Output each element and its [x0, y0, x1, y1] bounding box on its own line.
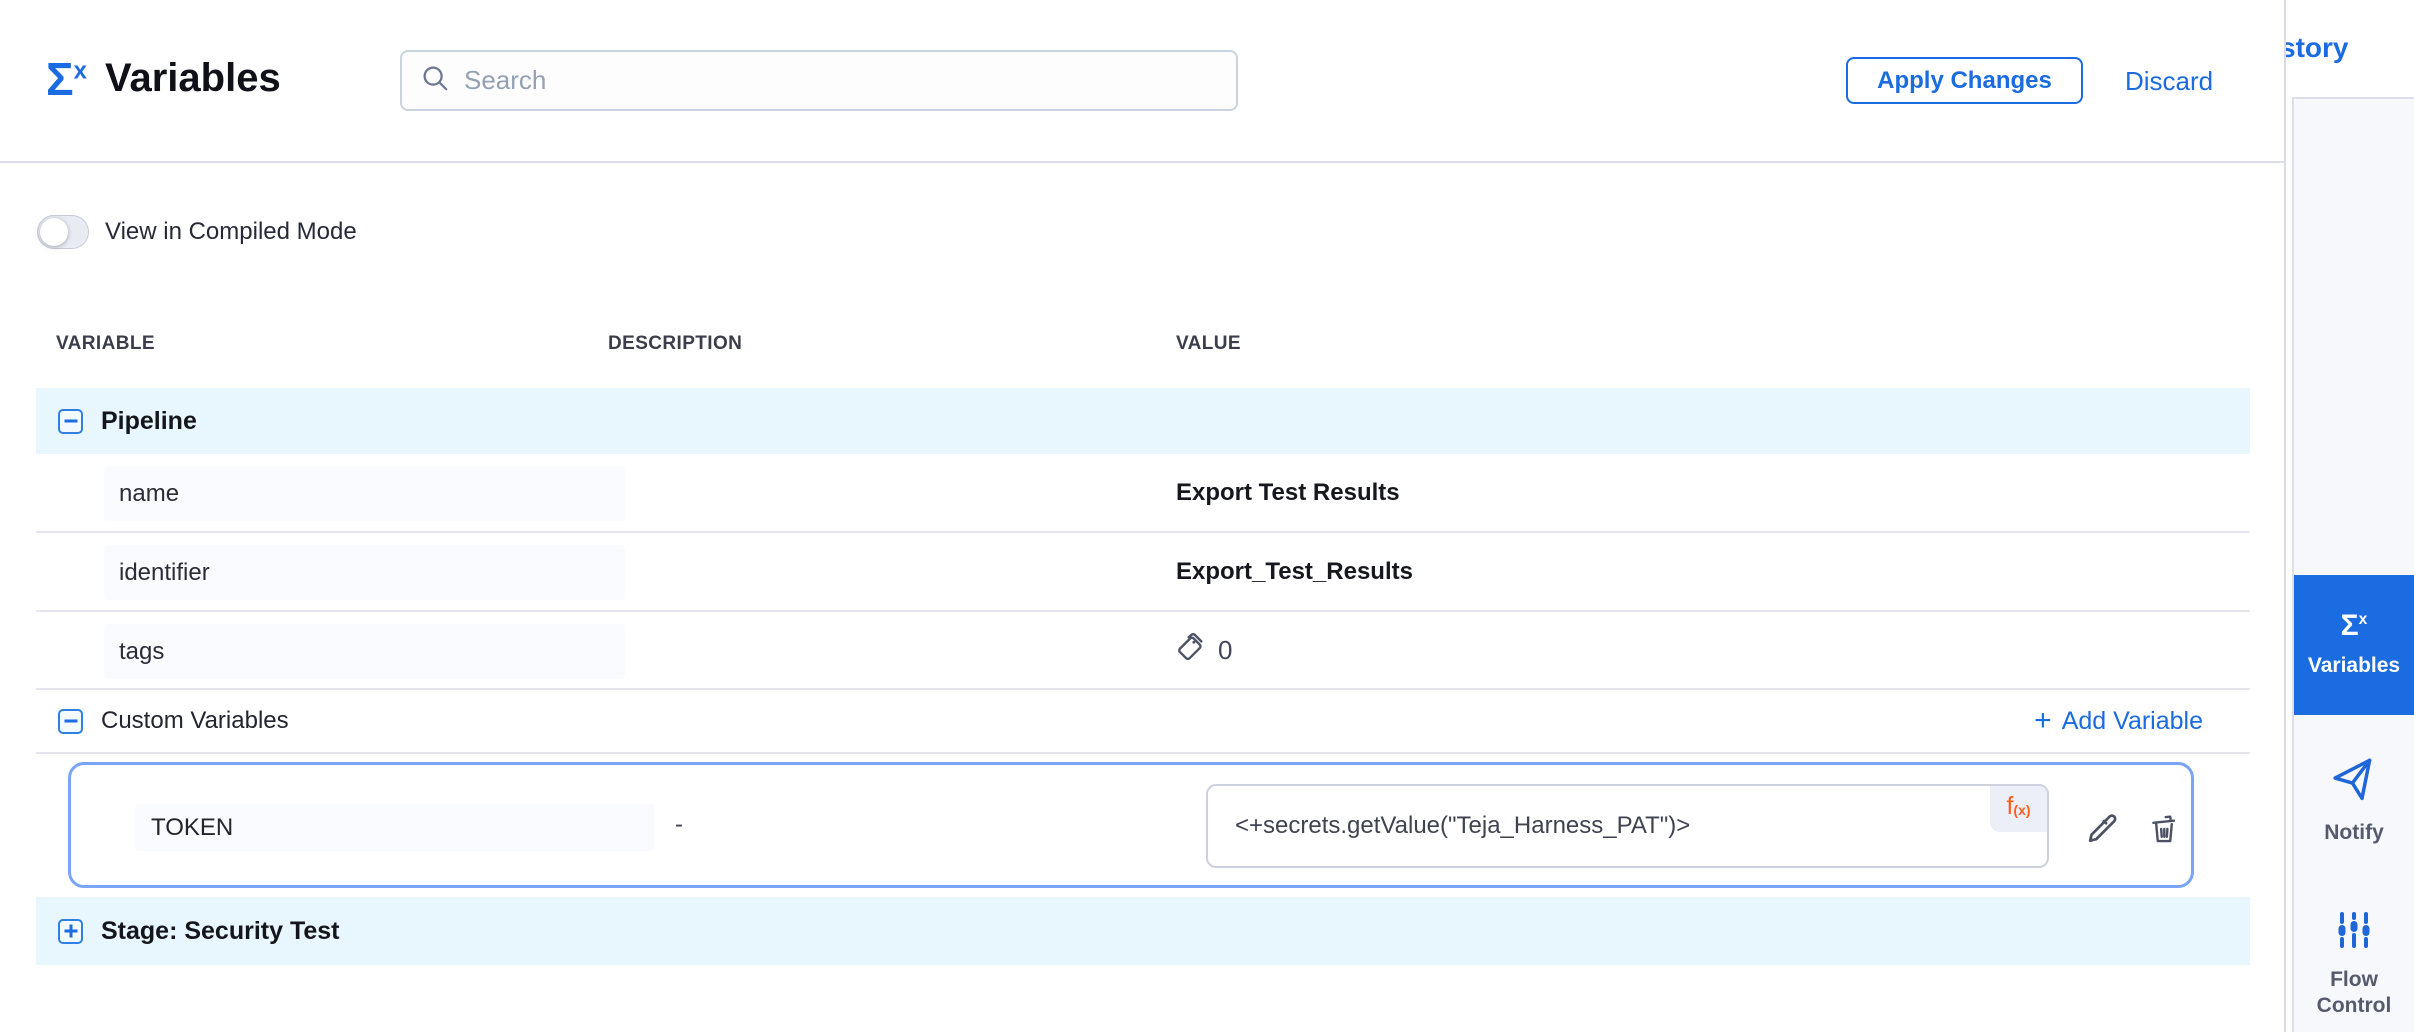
apply-changes-button[interactable]: Apply Changes: [1846, 57, 2083, 104]
rail-item-label: Notify: [2324, 820, 2384, 846]
variable-value-cell: 0: [1176, 612, 1232, 688]
expression-fx-badge[interactable]: f(x): [1990, 786, 2047, 832]
rail-item-notify[interactable]: Notify: [2294, 747, 2414, 857]
column-header-variable: VARIABLE: [56, 333, 155, 355]
sigma-fx-icon: Σx: [2341, 611, 2368, 641]
rail-item-label: Flow Control: [2309, 967, 2399, 1019]
compiled-mode-row: View in Compiled Mode: [37, 215, 357, 249]
variable-name-cell: name: [104, 466, 625, 521]
plus-icon: +: [2034, 706, 2052, 736]
table-row: name Export Test Results: [36, 454, 2250, 533]
stage-section-header: Stage: Security Test: [36, 897, 2250, 965]
rail-item-flow-control[interactable]: Flow Control: [2294, 894, 2414, 1032]
sliders-icon: [2334, 910, 2374, 955]
rail-item-label: Variables: [2308, 653, 2400, 679]
variable-value-cell: Export Test Results: [1176, 454, 1400, 531]
table-row: tags 0: [36, 612, 2250, 690]
search-icon: [420, 63, 450, 98]
variable-name-cell: TOKEN: [135, 804, 654, 851]
variable-value-cell: Export_Test_Results: [1176, 533, 1413, 610]
rail-item-variables[interactable]: Σx Variables: [2294, 575, 2414, 715]
custom-variables-header: Custom Variables + Add Variable: [36, 690, 2250, 754]
execution-history-tab-clipped[interactable]: story: [2280, 32, 2414, 64]
pipeline-section-title: Pipeline: [101, 407, 197, 436]
expand-plus-icon[interactable]: [58, 919, 83, 944]
search-input[interactable]: [464, 65, 1218, 96]
pipeline-section-header: Pipeline: [36, 388, 2250, 454]
custom-variables-title: Custom Variables: [101, 707, 289, 735]
collapse-minus-icon[interactable]: [58, 409, 83, 434]
search-box: [400, 50, 1238, 111]
page-title: Variables: [105, 56, 281, 101]
pipeline-studio: story Σx Variables Notify Flow Contr: [0, 0, 2414, 1032]
expression-value: <+secrets.getValue("Teja_Harness_PAT")>: [1235, 786, 1690, 866]
variable-description-cell: -: [675, 765, 683, 885]
add-variable-button[interactable]: + Add Variable: [2034, 690, 2203, 752]
variable-name-cell: tags: [104, 624, 625, 679]
tags-count: 0: [1218, 635, 1232, 666]
studio-right-rail: Σx Variables Notify Flow Control: [2292, 97, 2414, 1032]
table-row: identifier Export_Test_Results: [36, 533, 2250, 612]
delete-variable-button[interactable]: [2147, 811, 2181, 850]
tag-icon: [1176, 631, 1208, 670]
variable-value-input[interactable]: <+secrets.getValue("Teja_Harness_PAT")> …: [1206, 784, 2049, 868]
sigma-fx-icon: Σx: [46, 56, 87, 102]
paper-plane-icon: [2332, 759, 2376, 808]
column-header-description: DESCRIPTION: [608, 333, 742, 355]
custom-variable-row-selected[interactable]: TOKEN - <+secrets.getValue("Teja_Harness…: [68, 762, 2194, 888]
variable-name-cell: identifier: [104, 545, 625, 600]
variables-drawer: Σx Variables Apply Changes Discard View …: [0, 0, 2286, 1032]
edit-variable-button[interactable]: [2083, 809, 2121, 850]
drawer-header: Σx Variables Apply Changes Discard: [0, 0, 2284, 163]
compiled-mode-label: View in Compiled Mode: [105, 218, 357, 246]
stage-section-title: Stage: Security Test: [101, 917, 340, 946]
compiled-mode-toggle[interactable]: [37, 215, 89, 249]
discard-button[interactable]: Discard: [2125, 66, 2213, 97]
collapse-minus-icon[interactable]: [58, 709, 83, 734]
column-header-value: VALUE: [1176, 333, 1241, 355]
toggle-knob: [40, 218, 68, 246]
